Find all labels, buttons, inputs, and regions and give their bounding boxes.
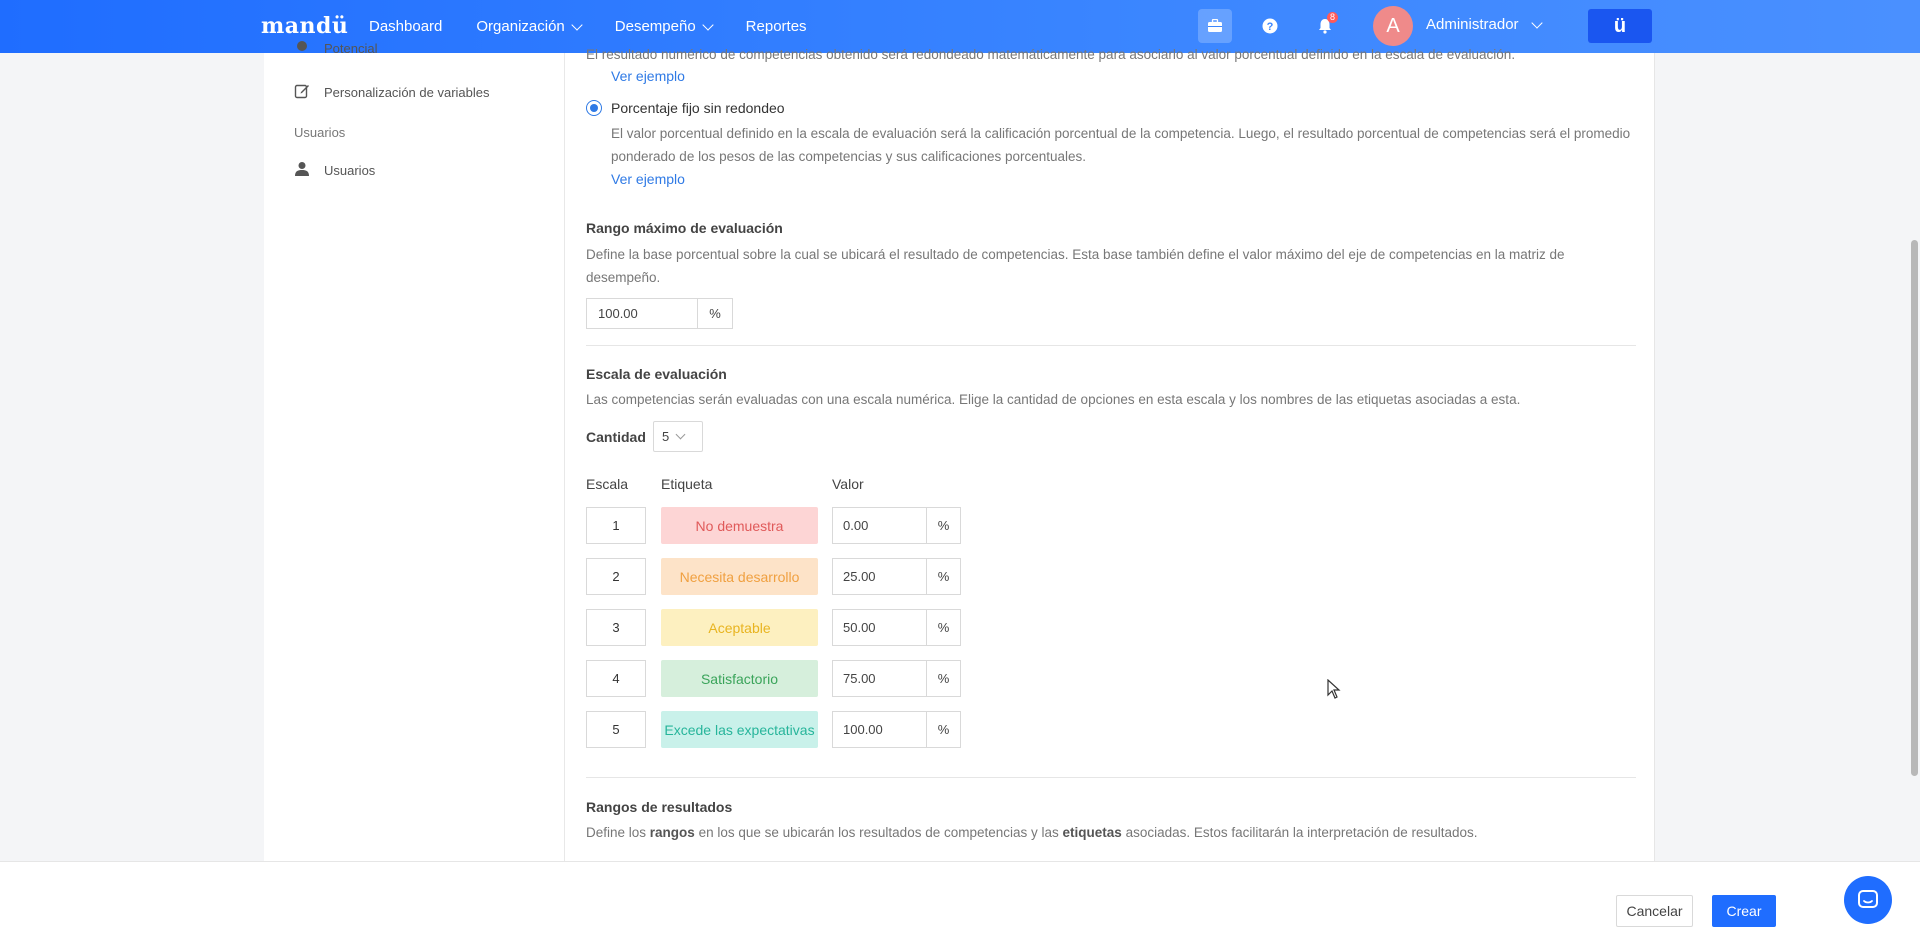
chevron-down-icon (1530, 16, 1543, 29)
scale-label-tag[interactable]: Aceptable (661, 609, 818, 646)
divider (586, 345, 1636, 346)
footer-bar: Cancelar Crear (0, 861, 1920, 940)
create-button[interactable]: Crear (1712, 895, 1776, 927)
scale-value-unit: % (926, 507, 961, 544)
user-name: Administrador (1426, 16, 1519, 33)
results-description: Define los rangos en los que se ubicarán… (586, 821, 1636, 844)
user-icon (294, 161, 310, 180)
nav-desempeno-label: Desempeño (614, 18, 696, 35)
edit-icon (294, 83, 310, 102)
chevron-down-icon (675, 429, 686, 440)
results-title: Rangos de resultados (586, 799, 733, 815)
mandu-logo[interactable]: mandü (261, 13, 348, 39)
avatar[interactable]: A (1373, 6, 1413, 46)
help-icon[interactable]: ? (1253, 9, 1287, 43)
scale-value-input[interactable]: 100.00 (832, 711, 927, 748)
main-content: El resultado numérico de competencias ob… (565, 47, 1655, 861)
range-description: Define la base porcentual sobre la cual … (586, 247, 1565, 285)
notification-badge: 8 (1326, 12, 1338, 23)
scale-description: Las competencias serán evaluadas con una… (586, 392, 1521, 407)
column-label: Etiqueta (661, 476, 713, 492)
sidebar-item-usuarios-label: Usuarios (324, 163, 376, 178)
results-desc-part: asociadas. Estos facilitarán la interpre… (1121, 825, 1478, 840)
bell-icon[interactable]: 8 (1308, 9, 1342, 43)
sidebar-item-usuarios[interactable]: Usuarios (294, 161, 375, 180)
chevron-down-icon (571, 18, 583, 31)
brand-button-label: ü (1613, 14, 1627, 37)
briefcase-icon[interactable] (1198, 9, 1232, 43)
example-link-1[interactable]: Ver ejemplo (611, 68, 685, 84)
scale-label-tag[interactable]: Necesita desarrollo (661, 558, 818, 595)
cancel-button[interactable]: Cancelar (1616, 895, 1693, 927)
chat-icon[interactable] (1844, 876, 1892, 924)
scale-number-input[interactable]: 2 (586, 558, 646, 595)
quantity-label: Cantidad (586, 429, 646, 445)
range-title: Rango máximo de evaluación (586, 220, 783, 236)
results-desc-part: Define los (586, 825, 650, 840)
scale-value-unit: % (926, 558, 961, 595)
scale-title: Escala de evaluación (586, 366, 727, 382)
scale-number-input[interactable]: 1 (586, 507, 646, 544)
results-desc-part: en los que se ubicarán los resultados de… (694, 825, 1063, 840)
results-desc-bold: rangos (649, 825, 695, 840)
nav-organizacion-label: Organización (476, 18, 565, 35)
fixed-percentage-option[interactable]: Porcentaje fijo sin redondeo (586, 100, 785, 116)
sidebar-group-usuarios: Usuarios (294, 125, 346, 140)
range-input[interactable]: 100.00 (586, 298, 698, 329)
scale-number-input[interactable]: 4 (586, 660, 646, 697)
column-scale: Escala (586, 476, 629, 492)
mouse-cursor-icon (1327, 678, 1341, 702)
nav-organizacion[interactable]: Organización (459, 0, 597, 53)
divider (586, 777, 1636, 778)
sidebar-item-variables-label: Personalización de variables (324, 85, 490, 100)
scale-label-tag[interactable]: Excede las expectativas (661, 711, 818, 748)
results-desc-bold: etiquetas (1062, 825, 1122, 840)
scale-value-input[interactable]: 0.00 (832, 507, 927, 544)
scale-number-input[interactable]: 5 (586, 711, 646, 748)
nav-dashboard-label: Dashboard (369, 18, 443, 35)
range-unit: % (698, 298, 733, 329)
sidebar-item-potencial[interactable]: Potencial (294, 39, 377, 58)
scale-value-unit: % (926, 609, 961, 646)
example-link-2[interactable]: Ver ejemplo (611, 171, 685, 187)
sidebar: Potencial Personalización de variables U… (264, 41, 565, 861)
scale-value-unit: % (926, 660, 961, 697)
range-input-group: 100.00 % (586, 298, 733, 329)
user-menu[interactable]: Administrador (1426, 16, 1543, 33)
scale-value-unit: % (926, 711, 961, 748)
scale-value-input[interactable]: 75.00 (832, 660, 927, 697)
avatar-initial: A (1386, 14, 1400, 37)
sidebar-item-potencial-label: Potencial (324, 41, 378, 56)
lightbulb-icon (294, 39, 310, 58)
rounding-description: El resultado numérico de competencias ob… (586, 47, 1516, 62)
scale-label-tag[interactable]: No demuestra (661, 507, 818, 544)
brand-button[interactable]: ü (1588, 9, 1652, 43)
scale-value-input[interactable]: 50.00 (832, 609, 927, 646)
svg-text:?: ? (1267, 21, 1274, 33)
scale-number-input[interactable]: 3 (586, 609, 646, 646)
nav-reportes-label: Reportes (745, 18, 807, 35)
radio-description: El valor porcentual definido en la escal… (611, 126, 1631, 164)
radio-label: Porcentaje fijo sin redondeo (611, 100, 785, 116)
scale-label-tag[interactable]: Satisfactorio (661, 660, 818, 697)
vertical-scrollbar[interactable] (1911, 240, 1918, 776)
quantity-select[interactable]: 5 (653, 421, 703, 452)
radio-selected[interactable] (586, 100, 602, 116)
sidebar-item-variables[interactable]: Personalización de variables (294, 83, 489, 102)
column-value: Valor (832, 476, 864, 492)
chevron-down-icon (702, 18, 714, 31)
quantity-value: 5 (662, 429, 670, 444)
scale-value-input[interactable]: 25.00 (832, 558, 927, 595)
